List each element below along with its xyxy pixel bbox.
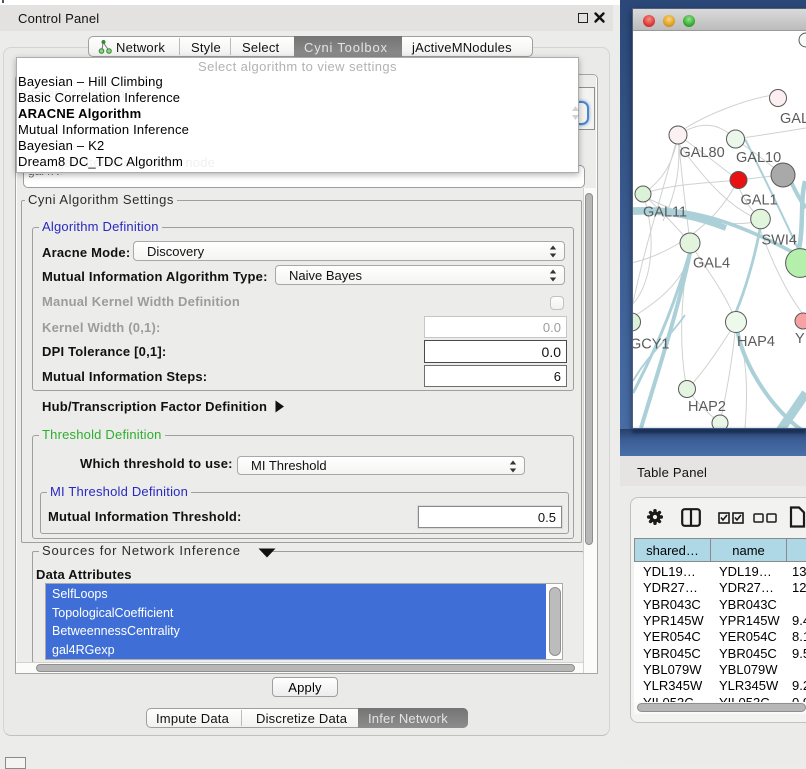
svg-text:GAL80: GAL80 [680,145,725,161]
svg-text:GAL4: GAL4 [693,256,730,272]
svg-text:HAP4: HAP4 [737,334,775,350]
svg-text:Y: Y [795,331,805,347]
svg-text:GCY1: GCY1 [633,337,670,353]
svg-text:GAL10: GAL10 [736,150,781,166]
svg-text:SWI4: SWI4 [762,233,797,249]
svg-text:GAL1: GAL1 [741,193,778,209]
svg-text:GAL: GAL [780,111,806,127]
svg-text:HAP2: HAP2 [688,399,726,415]
svg-text:GAL11: GAL11 [643,205,687,221]
